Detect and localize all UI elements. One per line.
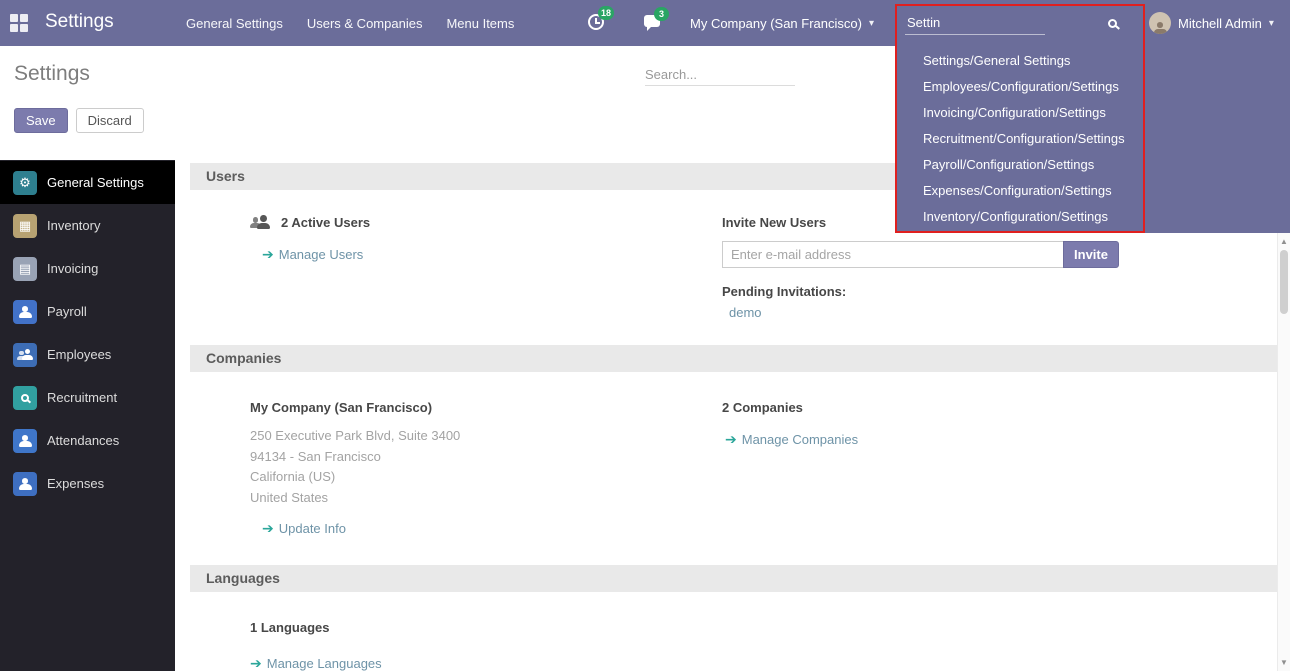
company-switcher[interactable]: My Company (San Francisco) ▾: [690, 0, 874, 46]
settings-content: Users 2 Active Users ➔ Manage Users Invi…: [175, 160, 1277, 671]
chevron-down-icon: ▾: [1269, 18, 1274, 29]
menu-search-input[interactable]: [905, 11, 1045, 35]
scroll-up-arrow[interactable]: ▲: [1278, 237, 1290, 246]
sidebar-item-label: Attendances: [47, 433, 119, 448]
sidebar-item-label: Employees: [47, 347, 111, 362]
user-menu[interactable]: Mitchell Admin ▾: [1149, 0, 1274, 46]
search-result[interactable]: Inventory/Configuration/Settings: [895, 204, 1290, 230]
invite-button[interactable]: Invite: [1063, 241, 1119, 268]
sidebar-item-general-settings[interactable]: ⚙ General Settings: [0, 161, 175, 204]
sidebar-item-label: Expenses: [47, 476, 104, 491]
update-info-label: Update Info: [279, 521, 346, 536]
company-address-line: United States: [250, 488, 722, 509]
companies-right-column: 2 Companies ➔ Manage Companies: [722, 400, 1277, 538]
chevron-down-icon: ▾: [869, 18, 874, 29]
company-address-line: 94134 - San Francisco: [250, 447, 722, 468]
scroll-down-arrow[interactable]: ▼: [1278, 658, 1290, 667]
settings-search-input[interactable]: [645, 64, 795, 86]
search-result[interactable]: Settings/General Settings: [895, 48, 1290, 74]
search-result[interactable]: Payroll/Configuration/Settings: [895, 152, 1290, 178]
manage-languages-label: Manage Languages: [267, 656, 382, 671]
sidebar-item-label: General Settings: [47, 175, 144, 190]
section-companies-header: Companies: [190, 345, 1277, 372]
menu-menu-items[interactable]: Menu Items: [446, 16, 514, 31]
section-companies: My Company (San Francisco) 250 Executive…: [190, 400, 1277, 538]
save-button[interactable]: Save: [14, 108, 68, 133]
menu-general-settings[interactable]: General Settings: [186, 16, 283, 31]
users-group-icon: [250, 215, 272, 230]
arrow-right-icon: ➔: [250, 655, 262, 671]
message-count-badge: 3: [654, 7, 669, 21]
attendance-person-icon: [13, 429, 37, 453]
invite-email-input[interactable]: [722, 241, 1064, 268]
sidebar-item-payroll[interactable]: Payroll: [0, 290, 175, 333]
search-result[interactable]: Employees/Configuration/Settings: [895, 74, 1290, 100]
menu-search-dropdown: Settings/General Settings Employees/Conf…: [895, 46, 1290, 233]
sidebar-item-expenses[interactable]: Expenses: [0, 462, 175, 505]
apps-menu-button[interactable]: [10, 14, 28, 32]
sidebar-item-attendances[interactable]: Attendances: [0, 419, 175, 462]
sidebar-item-recruitment[interactable]: Recruitment: [0, 376, 175, 419]
activity-count-badge: 18: [598, 6, 614, 20]
boxes-icon: ▦: [13, 214, 37, 238]
form-buttons: Save Discard: [14, 108, 144, 133]
breadcrumb-title: Settings: [14, 62, 90, 86]
vertical-scrollbar[interactable]: ▲ ▼: [1277, 233, 1290, 671]
sidebar-item-label: Invoicing: [47, 261, 98, 276]
expense-person-icon: [13, 472, 37, 496]
avatar: [1149, 12, 1171, 34]
menu-users-companies[interactable]: Users & Companies: [307, 16, 423, 31]
sidebar-item-label: Recruitment: [47, 390, 117, 405]
users-left-column: 2 Active Users ➔ Manage Users: [190, 215, 722, 322]
arrow-right-icon: ➔: [262, 246, 274, 263]
company-address-line: California (US): [250, 467, 722, 488]
apps-grid-icon: [10, 14, 28, 32]
messages-systray-button[interactable]: 3: [644, 15, 660, 27]
activity-systray-button[interactable]: 18: [588, 14, 604, 30]
sidebar-item-label: Inventory: [47, 218, 100, 233]
section-languages-header: Languages: [190, 565, 1277, 592]
manage-users-link[interactable]: ➔ Manage Users: [262, 246, 363, 263]
search-result[interactable]: Invoicing/Configuration/Settings: [895, 100, 1290, 126]
arrow-right-icon: ➔: [262, 520, 274, 537]
search-icon: [1108, 19, 1117, 28]
languages-left-column: 1 Languages ➔ Manage Languages: [190, 620, 722, 671]
sidebar-item-employees[interactable]: Employees: [0, 333, 175, 376]
payroll-person-icon: [13, 300, 37, 324]
companies-left-column: My Company (San Francisco) 250 Executive…: [190, 400, 722, 538]
gear-icon: ⚙: [13, 171, 37, 195]
sidebar-item-invoicing[interactable]: ▤ Invoicing: [0, 247, 175, 290]
active-users-count: 2 Active Users: [281, 215, 370, 230]
arrow-right-icon: ➔: [725, 431, 737, 448]
manage-languages-link[interactable]: ➔ Manage Languages: [250, 655, 382, 671]
search-result[interactable]: Expenses/Configuration/Settings: [895, 178, 1290, 204]
sidebar-item-label: Payroll: [47, 304, 87, 319]
search-result[interactable]: Recruitment/Configuration/Settings: [895, 126, 1290, 152]
company-name: My Company (San Francisco): [690, 16, 862, 31]
menu-search: [905, 8, 1117, 38]
magnifier-icon: [13, 386, 37, 410]
company-address-line: 250 Executive Park Blvd, Suite 3400: [250, 426, 722, 447]
update-info-link[interactable]: ➔ Update Info: [262, 520, 346, 537]
odoo-settings-window: Settings General Settings Users & Compan…: [0, 0, 1290, 671]
settings-sidebar: ⚙ General Settings ▦ Inventory ▤ Invoici…: [0, 160, 175, 671]
employees-people-icon: [13, 343, 37, 367]
pending-invitations-label: Pending Invitations:: [722, 284, 1277, 299]
discard-button[interactable]: Discard: [76, 108, 144, 133]
invoice-document-icon: ▤: [13, 257, 37, 281]
user-name: Mitchell Admin: [1178, 16, 1262, 31]
companies-count: 2 Companies: [722, 400, 1277, 415]
sidebar-item-inventory[interactable]: ▦ Inventory: [0, 204, 175, 247]
languages-count: 1 Languages: [250, 620, 722, 635]
app-title[interactable]: Settings: [45, 11, 114, 33]
section-languages: 1 Languages ➔ Manage Languages: [190, 620, 1277, 671]
pending-user-link[interactable]: demo: [729, 305, 762, 320]
manage-users-label: Manage Users: [279, 247, 364, 262]
manage-companies-label: Manage Companies: [742, 432, 858, 447]
app-menu: General Settings Users & Companies Menu …: [186, 0, 514, 46]
manage-companies-link[interactable]: ➔ Manage Companies: [725, 431, 858, 448]
scrollbar-thumb[interactable]: [1280, 250, 1288, 314]
company-name-text: My Company (San Francisco): [250, 400, 722, 415]
